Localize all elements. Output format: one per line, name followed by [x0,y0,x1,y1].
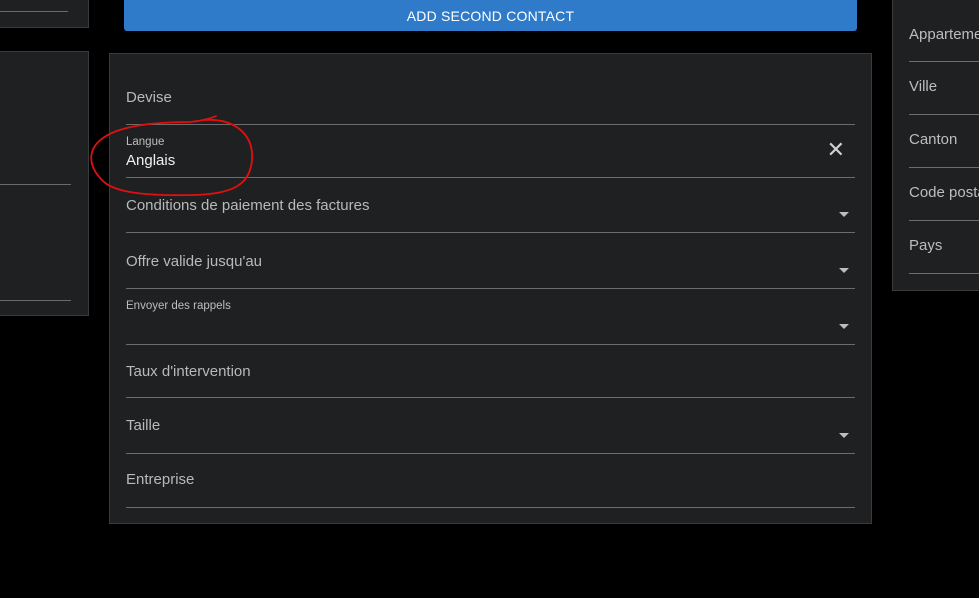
left-panel [0,51,89,316]
conditions-placeholder: Conditions de paiement des factures [126,197,370,214]
address-field-ville[interactable]: Ville [909,62,979,115]
address-field-canton[interactable]: Canton [909,115,979,168]
address-field-label: Canton [909,131,958,148]
taux-intervention-field[interactable]: Taux d'intervention [126,345,855,398]
address-field-label: Code postal [909,184,979,201]
entreprise-placeholder: Entreprise [126,471,195,488]
taux-placeholder: Taux d'intervention [126,363,251,380]
chevron-down-icon[interactable] [839,433,849,438]
address-field-label: Appartement [909,26,979,43]
address-field-code-postal[interactable]: Code postal [909,168,979,221]
address-field-label: Pays [909,237,943,254]
left-panel-top [0,0,89,28]
langue-label: Langue [126,136,165,148]
conditions-paiement-select[interactable]: Conditions de paiement des factures [126,178,855,233]
taille-select[interactable]: Taille [126,398,855,454]
address-panel: Appartement Ville Canton Code postal Pay… [892,0,979,291]
address-field-label: Ville [909,78,938,95]
offre-placeholder: Offre valide jusqu'au [126,253,263,270]
offre-valide-select[interactable]: Offre valide jusqu'au [126,233,855,289]
add-second-contact-button[interactable]: ADD SECOND CONTACT [124,0,857,31]
close-icon[interactable]: ✕ [827,139,845,161]
envoyer-rappels-select[interactable]: Envoyer des rappels [126,289,855,345]
devise-placeholder: Devise [126,89,172,106]
rappels-label: Envoyer des rappels [126,300,231,312]
divider [0,184,71,185]
langue-value: Anglais [126,152,176,169]
taille-placeholder: Taille [126,417,161,434]
chevron-down-icon[interactable] [839,324,849,329]
address-field-appartement[interactable]: Appartement [909,9,979,62]
chevron-down-icon[interactable] [839,212,849,217]
address-field-pays[interactable]: Pays [909,221,979,274]
devise-field[interactable]: Devise [126,74,855,125]
divider [0,300,71,301]
chevron-down-icon[interactable] [839,268,849,273]
entreprise-field[interactable]: Entreprise [126,454,855,508]
divider [0,11,68,12]
settings-form: Devise Langue Anglais ✕ Conditions de pa… [109,53,872,524]
langue-field[interactable]: Langue Anglais ✕ [126,125,855,178]
